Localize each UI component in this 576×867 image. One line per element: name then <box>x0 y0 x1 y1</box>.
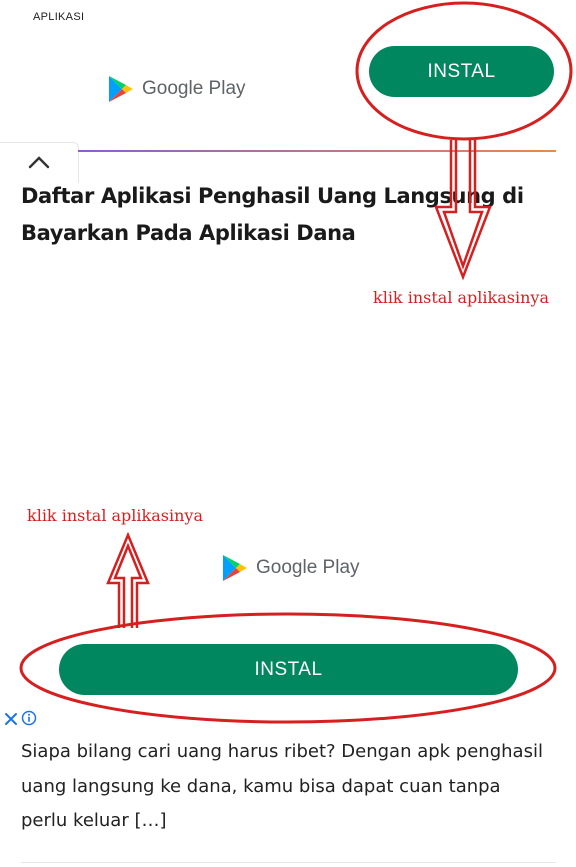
progress-line <box>78 150 556 152</box>
google-play-text: Google Play <box>142 78 246 99</box>
article-excerpt[interactable]: Siapa bilang cari uang harus ribet? Deng… <box>21 735 551 839</box>
info-icon[interactable] <box>21 710 37 730</box>
install-button-top[interactable]: INSTAL <box>369 46 554 97</box>
google-play-logo-bottom[interactable]: Google Play <box>222 554 360 582</box>
annotation-text-bottom: klik instal aplikasinya <box>27 506 203 525</box>
ad-choices[interactable] <box>4 710 37 730</box>
chevron-up-icon <box>28 154 50 173</box>
google-play-logo-top[interactable]: Google Play <box>108 75 246 103</box>
google-play-text: Google Play <box>256 557 360 578</box>
close-icon[interactable] <box>4 711 18 730</box>
ad-label: APLIKASI <box>33 11 85 23</box>
annotation-text-top: klik instal aplikasinya <box>373 288 549 307</box>
divider <box>21 862 556 863</box>
article-headline[interactable]: Daftar Aplikasi Penghasil Uang Langsung … <box>21 178 541 252</box>
google-play-icon <box>222 554 248 582</box>
google-play-icon <box>108 75 134 103</box>
collapse-ad-button[interactable] <box>0 142 79 183</box>
install-button-bottom[interactable]: INSTAL <box>59 644 518 695</box>
up-arrow-icon <box>106 531 150 628</box>
